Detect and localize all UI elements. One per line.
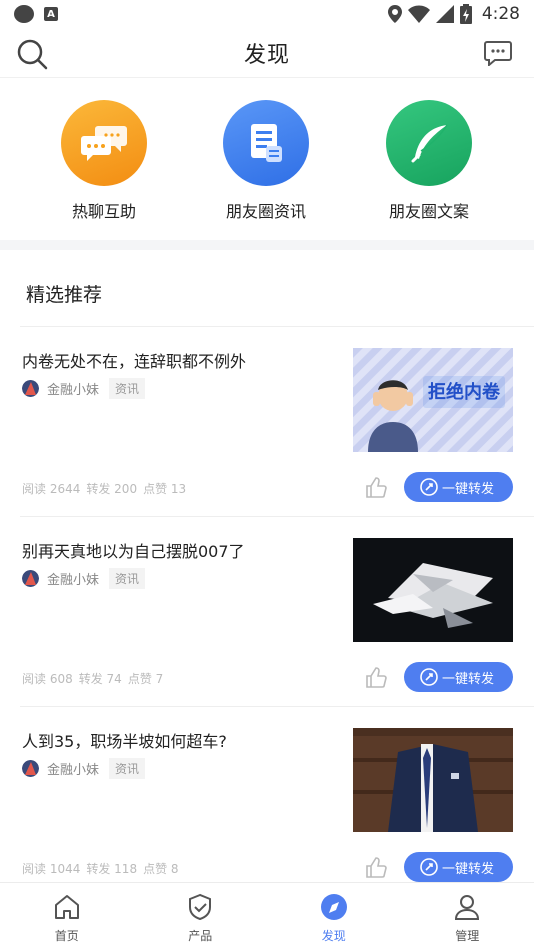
share-icon [420,478,438,496]
quick-action-chat[interactable]: 热聊互助 [39,100,169,222]
app-header: 发现 [0,28,534,78]
article-card[interactable]: 别再天真地以为自己摆脱007了 金融小妹 资讯 阅读 608 转发 74 点赞 … [0,516,534,706]
article-thumbnail[interactable] [353,728,513,832]
compass-icon [320,894,347,920]
share-icon [420,668,438,686]
share-label: 一键转发 [442,481,495,497]
article-card[interactable]: 内卷无处不在，连辞职都不例外 金融小妹 资讯 拒绝内卷 阅读 2644 转发 2… [0,326,534,516]
tab-discover[interactable]: 发现 [267,883,401,950]
author-avatar [22,380,39,397]
forward-count: 转发 118 [86,862,138,876]
quick-action-label: 朋友圈资讯 [225,202,306,221]
like-count: 点赞 7 [127,672,164,686]
article-stats: 阅读 2644 转发 200 点赞 13 [22,480,186,497]
article-meta: 金融小妹 资讯 [22,758,146,779]
quick-action-label: 热聊互助 [71,202,136,221]
shield-check-icon [189,893,212,921]
section-title: 精选推荐 [26,284,103,306]
tab-label: 产品 [188,929,213,943]
quick-actions: 热聊互助 朋友圈资讯 朋友圈文案 [0,78,534,240]
signal-icon [435,5,454,23]
notification-dot-icon [14,5,34,23]
article-tag: 资讯 [109,378,146,399]
tab-products[interactable]: 产品 [134,883,268,950]
tab-label: 首页 [54,929,79,943]
share-label: 一键转发 [442,671,495,687]
tab-manage[interactable]: 管理 [401,883,534,950]
status-bar: A 4:28 [0,0,534,28]
quick-action-news[interactable]: 朋友圈资讯 [201,100,331,222]
article-title[interactable]: 内卷无处不在，连辞职都不例外 [22,348,246,372]
quick-action-label: 朋友圈文案 [388,202,469,221]
share-button[interactable]: 一键转发 [404,852,513,882]
article-card[interactable]: 人到35，职场半坡如何超车? 金融小妹 资讯 阅读 1044 转发 118 点赞… [0,706,534,896]
article-stats: 阅读 1044 转发 118 点赞 8 [22,860,179,877]
article-tag: 资讯 [109,758,146,779]
article-tag: 资讯 [109,568,146,589]
battery-icon [459,4,472,24]
chat-bubbles-icon [61,100,147,186]
author-name: 金融小妹 [47,383,100,398]
like-count: 点赞 8 [143,862,179,876]
read-count: 阅读 1044 [22,862,81,876]
feather-icon [386,100,472,186]
thumbnail-caption: 拒绝内卷 [428,381,501,403]
article-title[interactable]: 人到35，职场半坡如何超车? [22,728,227,752]
share-button[interactable]: 一键转发 [404,662,513,692]
author-avatar [22,760,39,777]
article-thumbnail[interactable] [353,538,513,642]
user-icon [455,895,480,920]
read-count: 阅读 608 [22,672,73,686]
tab-label: 发现 [321,929,346,943]
article-title[interactable]: 别再天真地以为自己摆脱007了 [22,538,245,562]
quick-action-copywriting[interactable]: 朋友圈文案 [364,100,494,222]
message-icon[interactable] [484,40,512,66]
like-count: 点赞 13 [143,482,187,496]
forward-count: 转发 200 [86,482,138,496]
location-icon [387,5,402,23]
search-icon[interactable] [16,38,48,70]
clock: 4:28 [481,4,520,24]
article-thumbnail[interactable]: 拒绝内卷 [353,348,513,452]
bottom-tab-bar: 首页 产品 发现 管理 [0,882,534,950]
share-label: 一键转发 [442,861,495,877]
section-divider [0,240,534,250]
thumbs-up-icon[interactable] [364,666,388,690]
article-meta: 金融小妹 资讯 [22,378,146,399]
tab-home[interactable]: 首页 [0,883,134,950]
author-name: 金融小妹 [47,763,100,778]
share-button[interactable]: 一键转发 [404,472,513,502]
tab-label: 管理 [455,929,480,943]
thumbs-up-icon[interactable] [364,476,388,500]
author-name: 金融小妹 [47,573,100,588]
page-title: 发现 [243,42,290,68]
notification-a-icon: A [44,7,58,21]
article-stats: 阅读 608 转发 74 点赞 7 [22,670,163,687]
thumbs-up-icon[interactable] [364,856,388,880]
author-avatar [22,570,39,587]
article-meta: 金融小妹 资讯 [22,568,146,589]
home-icon [54,895,79,919]
read-count: 阅读 2644 [22,482,81,496]
share-icon [420,858,438,876]
wifi-icon [407,5,430,23]
document-icon [223,100,309,186]
forward-count: 转发 74 [78,672,122,686]
